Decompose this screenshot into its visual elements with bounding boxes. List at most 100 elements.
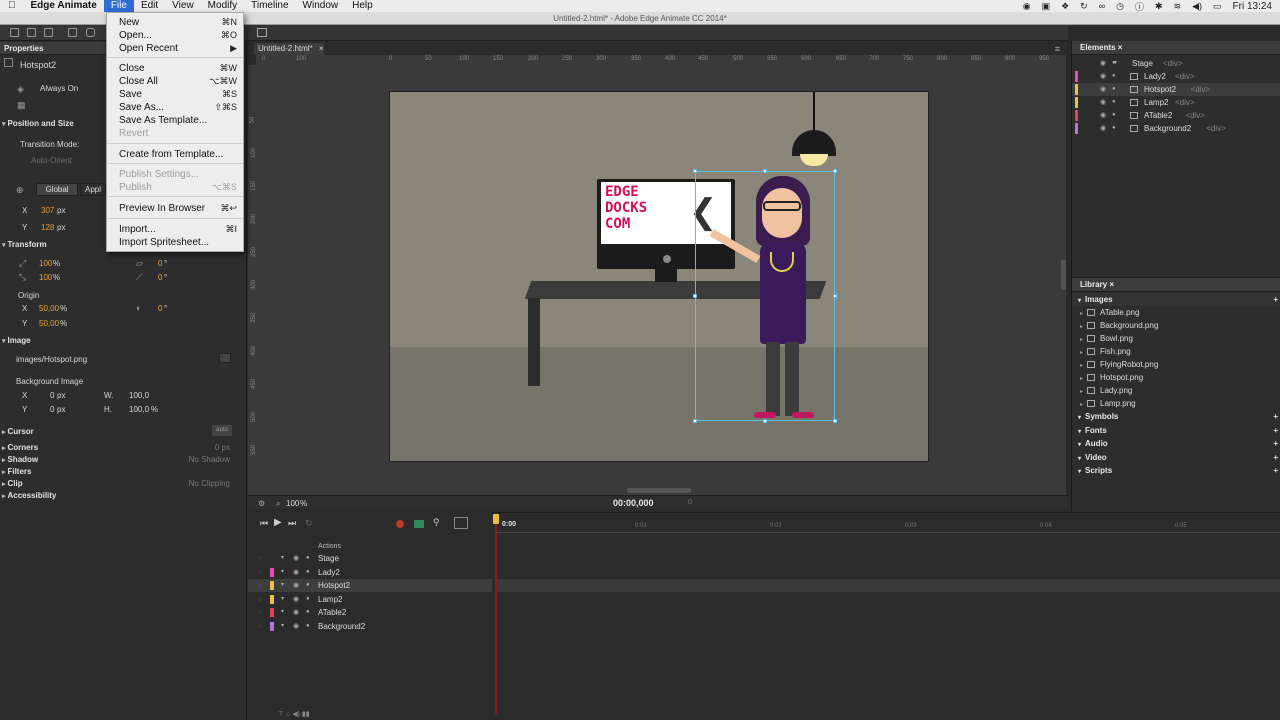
eye-icon[interactable]: ◉ <box>1100 57 1106 70</box>
record-icon[interactable]: ◉ <box>1023 1 1031 12</box>
element-row[interactable]: ◉ ● Hotspot2 <div> <box>1072 83 1280 96</box>
timecode[interactable]: 00:00,000 <box>613 498 654 508</box>
origin-x-value[interactable]: 50,00 <box>39 304 59 313</box>
bg-h-value[interactable]: 100,0 <box>129 405 149 414</box>
resize-handle[interactable] <box>833 419 837 423</box>
section-shadow[interactable]: Shadow <box>2 455 38 464</box>
display-mode[interactable]: Always On <box>40 84 78 93</box>
menu-item-new[interactable]: New ⌘N <box>119 16 237 29</box>
image-swap-icon[interactable] <box>219 353 231 363</box>
origin-y-value[interactable]: 50,00 <box>39 319 59 328</box>
zoom-icon[interactable]: ⌕ <box>276 499 280 509</box>
play-icon[interactable]: ▶ <box>274 517 282 528</box>
section-filters[interactable]: Filters <box>2 467 31 476</box>
add-icon[interactable]: + <box>1273 410 1278 423</box>
close-tab-icon[interactable]: × <box>319 44 324 53</box>
element-row[interactable]: ◉ ● ATable2 <div> <box>1072 109 1280 122</box>
menu-item-open[interactable]: Open... ⌘O <box>119 29 237 42</box>
menu-item-save-as-template[interactable]: Save As Template... <box>119 114 237 127</box>
menu-window[interactable]: Window <box>296 0 346 12</box>
document-tab[interactable]: Untitled-2.html* × <box>254 43 324 55</box>
rounded-rect-tool-icon[interactable] <box>86 28 95 37</box>
library-tab[interactable]: Library × <box>1072 278 1280 292</box>
section-transform[interactable]: Transform <box>2 240 46 249</box>
expand-icon[interactable]: ▾ <box>1114 57 1117 70</box>
cursor-value[interactable]: auto <box>212 425 232 436</box>
rectangle-tool-icon[interactable] <box>68 28 77 37</box>
resize-handle[interactable] <box>833 169 837 173</box>
creative-cloud-icon[interactable]: ∞ <box>1099 1 1105 11</box>
transform-tool-icon[interactable] <box>27 28 36 37</box>
display-icon[interactable]: ▣ <box>1042 1 1051 12</box>
clock[interactable]: Fri 13:24 <box>1233 1 1272 12</box>
menu-view[interactable]: View <box>165 0 201 12</box>
apple-menu-icon[interactable]:  <box>0 0 24 12</box>
auto-orient-label[interactable]: Auto-Orient <box>31 156 72 165</box>
scale-x-value[interactable]: 100 <box>39 259 52 268</box>
stage-v-scrollbar[interactable] <box>1061 260 1066 290</box>
timeline-track[interactable] <box>496 566 1280 579</box>
timeline-track[interactable] <box>496 620 1280 633</box>
menu-item-import-spritesheet[interactable]: Import Spritesheet... <box>119 236 237 249</box>
playhead-handle[interactable] <box>493 514 499 524</box>
actions-label[interactable]: Actions <box>318 543 341 550</box>
global-toggle[interactable]: Global <box>36 183 78 196</box>
auto-keyframe-icon[interactable] <box>396 520 404 528</box>
add-icon[interactable]: + <box>1273 424 1278 437</box>
elements-tab[interactable]: Elements × <box>1072 41 1280 55</box>
gear-icon[interactable]: ⚙ <box>258 499 265 508</box>
resize-handle[interactable] <box>693 419 697 423</box>
volume-icon[interactable]: ◀) <box>1192 1 1202 12</box>
library-section-audio[interactable]: ▾ Audio + <box>1072 437 1280 450</box>
library-section-video[interactable]: ▾ Video + <box>1072 450 1280 464</box>
link-icon[interactable]: ⊕ <box>16 185 24 196</box>
stage[interactable]: EDGE DOCKS COM ❮ <box>389 91 929 462</box>
library-image-item[interactable]: ▸ ATable.png <box>1072 306 1280 319</box>
add-icon[interactable]: + <box>1273 437 1278 450</box>
lock-icon[interactable]: ● <box>1112 70 1116 83</box>
lock-icon[interactable]: ● <box>1112 122 1116 135</box>
timeline-track[interactable] <box>496 606 1280 619</box>
playhead[interactable] <box>495 514 497 714</box>
wifi-icon[interactable]: ≋ <box>1174 1 1182 12</box>
element-row[interactable]: ◉ ● Lady2 <div> <box>1072 70 1280 83</box>
element-row[interactable]: ◉ ● Lamp2 <div> <box>1072 96 1280 109</box>
element-row[interactable]: ◉ ● ▾ Stage <div> <box>1072 57 1280 70</box>
bluetooth-icon[interactable]: ✱ <box>1155 1 1163 12</box>
hotspot-selection[interactable] <box>693 169 837 423</box>
menu-item-close-all[interactable]: Close All ⌥⌘W <box>119 75 237 88</box>
section-corners[interactable]: Corners <box>2 443 38 452</box>
resize-handle[interactable] <box>693 294 697 298</box>
menu-item-close[interactable]: Close ⌘W <box>119 62 237 75</box>
lock-icon[interactable]: ● <box>1112 109 1116 122</box>
panel-menu-icon[interactable]: ≡ <box>1055 44 1060 54</box>
timemachine-icon[interactable]: ◷ <box>1116 1 1124 12</box>
timeline-track[interactable] <box>496 593 1280 606</box>
y-value[interactable]: 128 <box>41 223 54 232</box>
app-menu[interactable]: Edge Animate <box>24 0 104 12</box>
library-images-header[interactable]: ▾ Images + <box>1072 293 1280 306</box>
section-position-size[interactable]: Position and Size <box>2 119 73 128</box>
menu-help[interactable]: Help <box>345 0 380 12</box>
battery-icon[interactable]: ▭ <box>1213 1 1222 12</box>
library-section-fonts[interactable]: ▾ Fonts + <box>1072 423 1280 437</box>
timeline-track[interactable] <box>496 552 1280 565</box>
resize-handle[interactable] <box>833 294 837 298</box>
auto-transition-icon[interactable] <box>414 520 424 528</box>
library-image-item[interactable]: ▸ Lamp.png <box>1072 397 1280 410</box>
stage-h-scrollbar[interactable] <box>627 488 691 493</box>
menu-item-save[interactable]: Save ⌘S <box>119 88 237 101</box>
element-row[interactable]: ◉ ● Background2 <div> <box>1072 122 1280 135</box>
library-image-item[interactable]: ▸ Background.png <box>1072 319 1280 332</box>
menu-file[interactable]: File <box>103 0 134 12</box>
add-icon[interactable]: + <box>1273 451 1278 464</box>
applied-toggle[interactable]: Appl <box>80 183 106 196</box>
lock-icon[interactable]: ● <box>1112 96 1116 109</box>
library-image-item[interactable]: ▸ Hotspot.png <box>1072 371 1280 384</box>
resize-handle[interactable] <box>693 169 697 173</box>
bg-x-value[interactable]: 0 <box>50 391 54 400</box>
stage-panel-icon[interactable] <box>257 28 267 37</box>
add-icon[interactable]: + <box>1273 293 1278 306</box>
section-clip[interactable]: Clip <box>2 479 22 488</box>
skew-y-value[interactable]: 0 <box>158 273 162 282</box>
